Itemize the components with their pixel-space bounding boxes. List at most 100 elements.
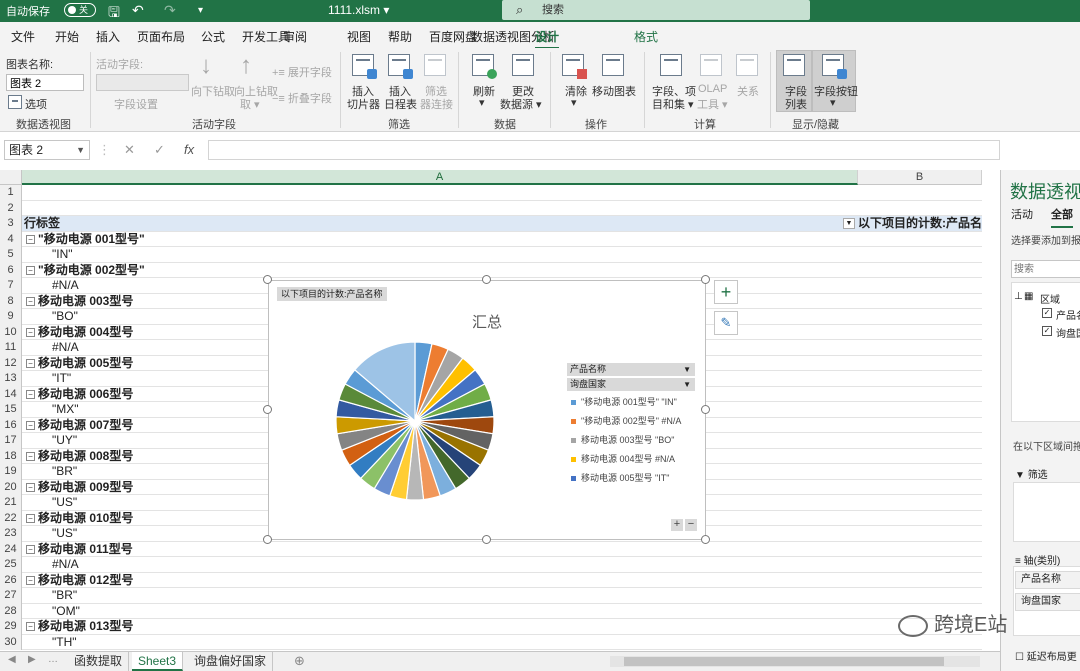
legend-entry[interactable]: 移动电源 004型号 #N/A [571,452,675,465]
row-number[interactable]: 11 [0,340,22,356]
customize-quick-access-icon[interactable]: ▾ [198,5,203,16]
row-number[interactable]: 24 [0,541,22,557]
resize-handle[interactable] [482,535,491,544]
drill-down-button[interactable]: 向下钻取 [191,83,235,99]
active-field-input[interactable] [96,74,189,91]
field-settings-button[interactable]: 字段设置 [114,96,158,112]
tab-pivotchart-analyze[interactable]: 设计 [535,28,560,50]
confirm-icon[interactable]: ✓ [154,142,165,158]
row-number[interactable]: 22 [0,510,22,526]
tab-design[interactable]: 格式 [634,28,658,45]
redo-icon[interactable]: ↷ [164,2,176,19]
sheet-tab[interactable]: 询盘偏好国家 [188,652,274,671]
collapse-icon[interactable]: − [26,358,35,368]
row-number[interactable]: 26 [0,572,22,588]
row-label-cell[interactable]: 移动电源 008型号 [38,449,133,464]
row-label-cell[interactable]: 移动电源 009型号 [38,480,133,495]
options-button[interactable]: 选项 [25,96,47,112]
legend-entry[interactable]: 移动电源 003型号 "BO" [571,433,674,446]
collapse-icon[interactable]: − [26,451,35,461]
resize-handle[interactable] [263,275,272,284]
filter-drop-area[interactable] [1013,482,1080,542]
resize-handle[interactable] [482,275,491,284]
sheet-tab[interactable]: 函数提取 [68,652,130,671]
row-number[interactable]: 27 [0,588,22,604]
row-label-cell[interactable]: "OM" [52,604,80,619]
table-row[interactable]: 24− 移动电源 011型号 [0,541,982,557]
olap-tools-button[interactable]: OLAP [698,83,727,95]
field-checkbox[interactable]: ✓ [1042,308,1052,318]
pane-tab-all[interactable]: 全部 [1051,206,1073,228]
row-number[interactable]: 10 [0,324,22,340]
chart-styles-button[interactable]: ✎ [714,311,738,335]
row-number[interactable]: 12 [0,355,22,371]
row-label-cell[interactable]: "移动电源 002型号" [38,263,145,278]
field-button-product-name[interactable]: 产品名称 ▼ [567,363,695,376]
row-number[interactable]: 7 [0,278,22,294]
row-number[interactable]: 28 [0,603,22,619]
row-label-cell[interactable]: "MX" [52,402,79,417]
scroll-thumb[interactable] [624,657,944,666]
row-label-cell[interactable]: 移动电源 013型号 [38,619,133,634]
table-row[interactable]: 28 "OM" [0,603,982,619]
collapse-icon[interactable]: − [26,544,35,554]
collapse-icon[interactable]: − [26,575,35,585]
field-buttons-dropdown-icon[interactable]: ▾ [830,96,836,109]
tab-review[interactable]: 视图 [347,28,371,45]
row-number[interactable]: 6 [0,262,22,278]
row-number[interactable]: 9 [0,309,22,325]
row-number[interactable]: 20 [0,479,22,495]
select-all-corner[interactable] [0,170,22,185]
row-label-cell[interactable]: 移动电源 011型号 [38,542,133,557]
table-row[interactable]: 27 "BR" [0,588,982,604]
more-sheets-icon[interactable]: … [48,654,58,665]
row-number[interactable]: 21 [0,495,22,511]
collapse-icon[interactable]: − [26,513,35,523]
pie-plot[interactable] [335,341,495,501]
row-number[interactable]: 13 [0,371,22,387]
tab-file[interactable]: 文件 [11,28,35,45]
row-number[interactable]: 2 [0,200,22,216]
chart-title[interactable]: 汇总 [269,311,705,332]
insert-function-icon[interactable]: fx [184,142,194,157]
undo-icon[interactable]: ↶ [132,2,144,19]
tab-home[interactable]: 开始 [55,28,79,45]
expand-field-button[interactable]: +≡ 展开字段 [272,64,332,80]
row-label-cell[interactable]: "IT" [52,371,71,386]
collapse-field-icon[interactable]: − [685,519,697,531]
relationships-button[interactable]: 关系 [737,83,759,99]
horizontal-scrollbar[interactable] [610,656,980,667]
row-label-cell[interactable]: #N/A [52,340,79,355]
axis-item[interactable]: 询盘国家 [1015,593,1080,611]
resize-handle[interactable] [263,535,272,544]
legend-entry[interactable]: "移动电源 002型号" #N/A [571,414,681,427]
tab-formulas[interactable]: 公式 [201,28,225,45]
row-number[interactable]: 19 [0,464,22,480]
collapse-icon[interactable]: − [26,622,35,631]
row-label-cell[interactable]: 移动电源 006型号 [38,387,133,402]
table-row[interactable]: 26− 移动电源 012型号 [0,572,982,588]
row-number[interactable]: 3 [0,216,22,232]
row-number[interactable]: 25 [0,557,22,573]
autosave-toggle[interactable]: 关 [64,3,96,17]
row-label-cell[interactable]: "TH" [52,635,77,650]
resize-handle[interactable] [701,275,710,284]
axis-item[interactable]: 产品名称 [1015,571,1080,589]
row-label-cell[interactable]: 移动电源 012型号 [38,573,133,588]
collapse-icon[interactable]: − [26,482,35,492]
formula-input[interactable] [208,140,1000,160]
resize-handle[interactable] [701,535,710,544]
row-number[interactable]: 30 [0,634,22,650]
collapse-icon[interactable]: − [26,296,35,306]
legend-entry[interactable]: 移动电源 005型号 "IT" [571,471,669,484]
collapse-field-button[interactable]: −≡ 折叠字段 [272,90,332,106]
refresh-dropdown-icon[interactable]: ▾ [479,96,485,109]
tab-insert[interactable]: 插入 [96,28,120,45]
collapse-icon[interactable]: − [26,420,35,430]
sheet-tab-active[interactable]: Sheet3 [132,652,184,671]
tab-help[interactable]: 百度网盘 [429,28,477,45]
row-number[interactable]: 4 [0,231,22,247]
collapse-icon[interactable]: − [26,265,35,275]
row-number[interactable]: 14 [0,386,22,402]
chart-elements-button[interactable]: + [714,280,738,304]
